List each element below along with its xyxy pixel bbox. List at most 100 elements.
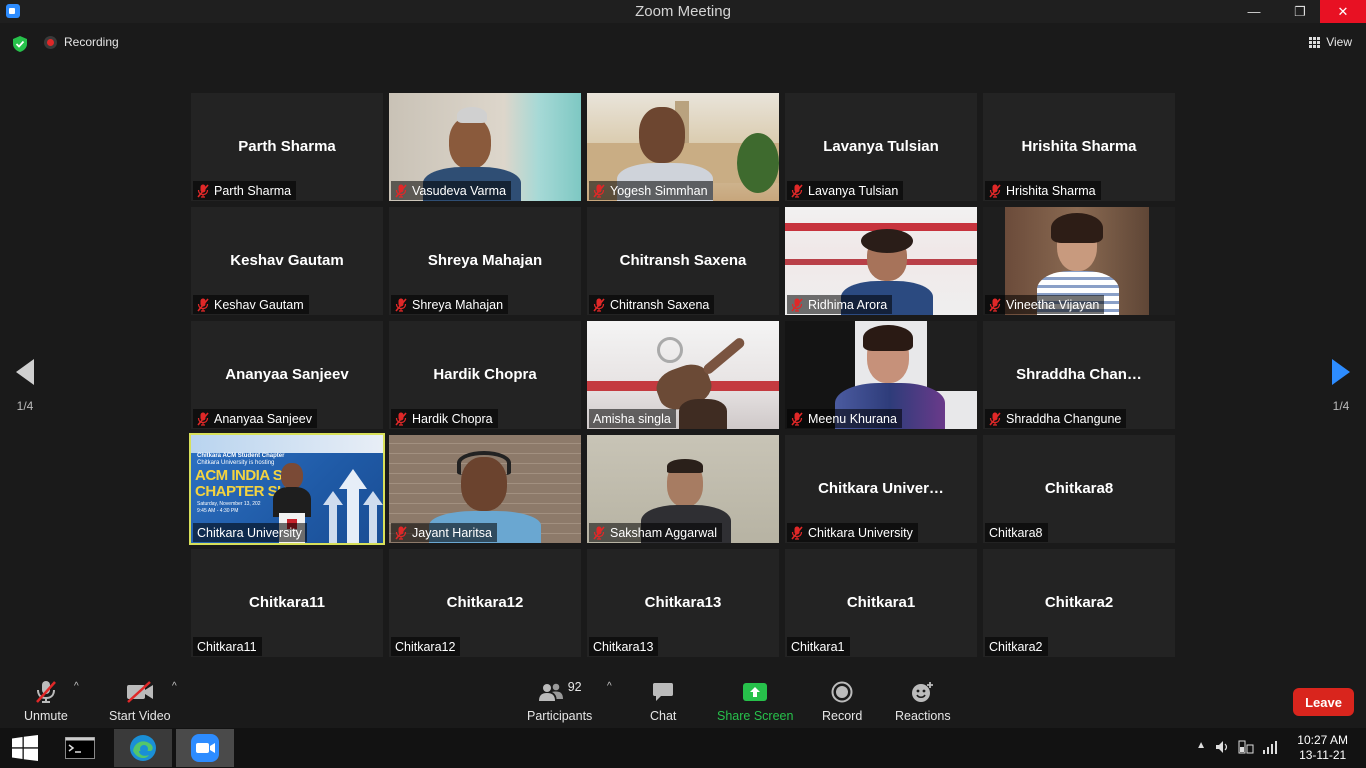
microphone-muted-icon xyxy=(989,183,1001,198)
view-button[interactable]: View xyxy=(1309,35,1352,49)
participant-display-name: Chitkara13 xyxy=(644,594,722,611)
participant-tile[interactable]: Chitkara Univer… Chitkara University xyxy=(785,435,977,543)
participant-display-name: Chitkara12 xyxy=(446,594,524,611)
microphone-muted-icon xyxy=(593,297,605,312)
unmute-button[interactable]: Unmute xyxy=(24,679,68,723)
participant-display-name: Shraddha Chan… xyxy=(1016,366,1142,383)
taskbar-zoom[interactable] xyxy=(176,729,234,767)
participant-tile[interactable]: Chitkara12 Chitkara12 xyxy=(389,549,581,657)
participant-tile[interactable]: Shreya Mahajan Shreya Mahajan xyxy=(389,207,581,315)
participant-tile[interactable]: Meenu Khurana xyxy=(785,321,977,429)
previous-page-button[interactable]: 1/4 xyxy=(16,359,34,413)
participant-display-name: Chitkara1 xyxy=(846,594,916,611)
leave-button[interactable]: Leave xyxy=(1293,688,1354,716)
clock-time: 10:27 AM xyxy=(1297,733,1348,747)
tray-expand-chevron-icon[interactable]: ▲ xyxy=(1196,740,1206,751)
participant-tile[interactable]: Amisha singla xyxy=(587,321,779,429)
participant-name: Hardik Chopra xyxy=(412,411,493,426)
participant-name: Amisha singla xyxy=(593,411,671,426)
audio-options-chevron-icon[interactable]: ^ xyxy=(74,681,79,692)
participant-name: Vasudeva Varma xyxy=(412,183,507,198)
participant-tile[interactable]: Parth Sharma Parth Sharma xyxy=(191,93,383,201)
participant-name: Ridhima Arora xyxy=(808,297,888,312)
close-button[interactable]: ✕ xyxy=(1320,0,1366,23)
chat-label: Chat xyxy=(650,709,677,723)
participant-name-label: Keshav Gautam xyxy=(193,295,309,314)
participant-name-label: Chitkara University xyxy=(787,523,918,542)
participant-tile[interactable]: Shraddha Chan… Shraddha Changune xyxy=(983,321,1175,429)
participant-tile[interactable]: Chitkara1 Chitkara1 xyxy=(785,549,977,657)
microphone-muted-icon xyxy=(197,297,209,312)
participant-tile[interactable]: Chitkara2 Chitkara2 xyxy=(983,549,1175,657)
microphone-muted-icon xyxy=(197,183,209,198)
participant-tile[interactable]: Vineetha Vijayan xyxy=(983,207,1175,315)
taskbar-clock[interactable]: 10:27 AM 13-11-21 xyxy=(1297,733,1348,763)
participant-name-label: Yogesh Simmhan xyxy=(589,181,713,200)
recording-indicator[interactable]: Recording xyxy=(44,35,119,49)
participant-name: Chitkara2 xyxy=(989,639,1043,654)
microphone-muted-icon xyxy=(35,679,57,705)
participant-tile[interactable]: Hardik Chopra Hardik Chopra xyxy=(389,321,581,429)
participant-name-label: Saksham Aggarwal xyxy=(589,523,723,542)
microphone-muted-icon xyxy=(395,411,407,426)
participant-tile[interactable]: Chitkara13 Chitkara13 xyxy=(587,549,779,657)
participants-button[interactable]: 92 Participants xyxy=(527,679,592,723)
network-icon[interactable] xyxy=(1238,739,1254,755)
participant-name-label: Shreya Mahajan xyxy=(391,295,509,314)
microphone-muted-icon xyxy=(197,411,209,426)
participant-name: Chitkara8 xyxy=(989,525,1043,540)
microphone-muted-icon xyxy=(791,183,803,198)
participant-tile[interactable]: Yogesh Simmhan xyxy=(587,93,779,201)
participant-name-label: Chitkara1 xyxy=(787,637,850,656)
grid-view-icon xyxy=(1309,36,1321,48)
participant-tile[interactable]: Chitkara11 Chitkara11 xyxy=(191,549,383,657)
slide-time: 9:45 AM - 4:30 PM xyxy=(197,508,239,514)
participant-name: Parth Sharma xyxy=(214,183,292,198)
security-shield-icon[interactable] xyxy=(13,36,27,52)
chat-button[interactable]: Chat xyxy=(650,679,676,723)
participant-tile[interactable]: Lavanya Tulsian Lavanya Tulsian xyxy=(785,93,977,201)
restore-button[interactable]: ❐ xyxy=(1280,0,1320,23)
participant-name-label: Chitkara11 xyxy=(193,637,262,656)
participants-label: Participants xyxy=(527,709,593,723)
start-video-button[interactable]: Start Video xyxy=(109,679,171,723)
reactions-button[interactable]: Reactions xyxy=(895,679,951,723)
reactions-label: Reactions xyxy=(895,709,951,723)
participant-tile[interactable]: Chitkara ACM Student Chapter Chitkara Uni… xyxy=(189,433,385,545)
next-page-button[interactable]: 1/4 xyxy=(1332,359,1350,413)
participant-tile[interactable]: Keshav Gautam Keshav Gautam xyxy=(191,207,383,315)
participant-display-name: Chitkara Univer… xyxy=(818,480,944,497)
participant-display-name: Ananyaa Sanjeev xyxy=(225,366,349,383)
participant-name-label: Chitkara2 xyxy=(985,637,1048,656)
participant-tile[interactable]: Chitkara8 Chitkara8 xyxy=(983,435,1175,543)
participant-name: Saksham Aggarwal xyxy=(610,525,718,540)
page-indicator-right: 1/4 xyxy=(1332,399,1350,413)
participant-tile[interactable]: Saksham Aggarwal xyxy=(587,435,779,543)
zoom-app-icon xyxy=(6,4,20,18)
participant-display-name: Chitransh Saxena xyxy=(619,252,747,269)
record-button[interactable]: Record xyxy=(822,679,862,723)
participant-name-label: Vineetha Vijayan xyxy=(985,295,1105,314)
participant-tile[interactable]: Jayant Haritsa xyxy=(389,435,581,543)
participants-options-chevron-icon[interactable]: ^ xyxy=(607,681,612,692)
minimize-button[interactable]: — xyxy=(1234,0,1274,23)
participant-name: Chitkara University xyxy=(808,525,913,540)
wifi-signal-icon[interactable] xyxy=(1262,740,1278,754)
volume-icon[interactable] xyxy=(1215,740,1229,754)
participant-display-name: Shreya Mahajan xyxy=(427,252,543,269)
microphone-muted-icon xyxy=(791,525,803,540)
taskbar-command-prompt[interactable] xyxy=(58,729,102,767)
taskbar-edge[interactable] xyxy=(114,729,172,767)
participant-tile[interactable]: Chitransh Saxena Chitransh Saxena xyxy=(587,207,779,315)
participant-tile[interactable]: Ridhima Arora xyxy=(785,207,977,315)
participant-tile[interactable]: Ananyaa Sanjeev Ananyaa Sanjeev xyxy=(191,321,383,429)
video-options-chevron-icon[interactable]: ^ xyxy=(172,681,177,692)
view-label: View xyxy=(1326,35,1352,49)
participant-tile[interactable]: Hrishita Sharma Hrishita Sharma xyxy=(983,93,1175,201)
share-screen-button[interactable]: Share Screen xyxy=(717,679,793,723)
recording-label: Recording xyxy=(64,35,119,49)
participant-tile[interactable]: Vasudeva Varma xyxy=(389,93,581,201)
participant-name-label: Lavanya Tulsian xyxy=(787,181,904,200)
slide-date: Saturday, November 13, 202 xyxy=(197,501,261,507)
windows-start-button[interactable] xyxy=(0,729,50,767)
